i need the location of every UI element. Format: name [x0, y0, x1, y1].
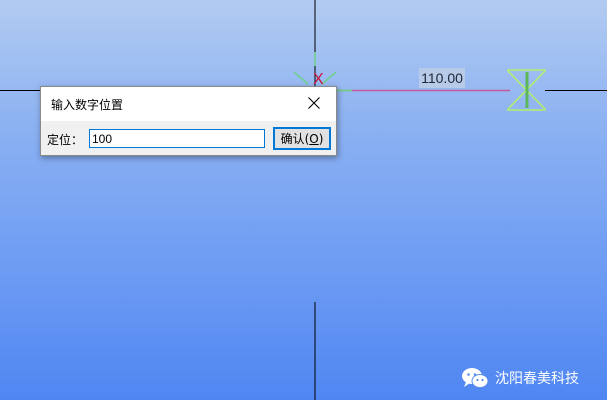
dialog-body: 定位： 确认(O)	[41, 121, 336, 155]
close-button[interactable]	[292, 87, 336, 119]
input-position-dialog: 输入数字位置 定位： 确认(O)	[40, 86, 337, 156]
confirm-label: 确认(	[280, 132, 310, 146]
confirm-accelerator: O	[309, 132, 319, 146]
confirm-button[interactable]: 确认(O)	[273, 127, 331, 150]
wechat-icon	[462, 368, 489, 388]
dialog-title: 输入数字位置	[51, 98, 124, 112]
position-input[interactable]	[89, 129, 265, 148]
endpoint-marker-icon[interactable]	[507, 69, 546, 111]
origin-marker-icon[interactable]: X	[293, 52, 352, 92]
confirm-label-end: )	[318, 132, 324, 146]
watermark-text: 沈阳春美科技	[495, 371, 579, 387]
cad-canvas[interactable]: X	[0, 0, 607, 400]
position-label: 定位：	[47, 133, 84, 147]
dimension-value-label: 110.00	[419, 68, 465, 88]
dialog-titlebar[interactable]: 输入数字位置	[41, 87, 336, 121]
watermark: 沈阳春美科技	[461, 366, 579, 390]
cad-viewport[interactable]: X 110.00 输入数字位置 定位： 确认(O)	[0, 0, 607, 400]
close-icon	[308, 97, 320, 109]
